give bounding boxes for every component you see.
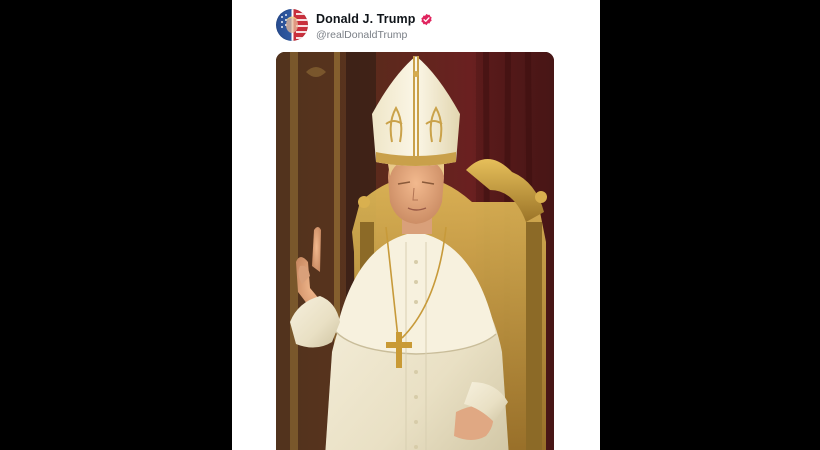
display-name[interactable]: Donald J. Trump [316, 12, 415, 26]
post-card: Donald J. Trump @realDonaldTrump [232, 0, 600, 450]
display-name-row: Donald J. Trump [316, 12, 433, 26]
post-image[interactable] [276, 52, 554, 450]
verified-badge-icon [420, 13, 433, 26]
papal-portrait-image [276, 52, 554, 450]
post-header: Donald J. Trump @realDonaldTrump [276, 9, 576, 43]
author-avatar[interactable] [276, 9, 308, 41]
flag-portrait-icon [281, 13, 308, 39]
author-handle[interactable]: @realDonaldTrump [316, 29, 407, 41]
